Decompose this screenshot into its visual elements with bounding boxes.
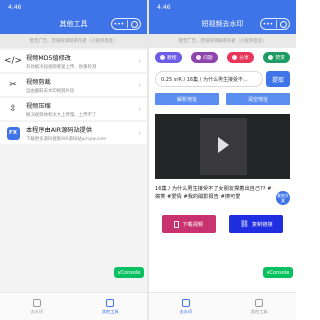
tab-bar: 去水印 其他工具 [0, 292, 147, 320]
description-text: 16集 / 为什么男生接受不了女朋友撑着出自己?? #搞笑 #爱情 #我的磁影报… [155, 186, 272, 200]
tools-icon [255, 298, 264, 307]
action-pills: 教程 问题 分享 赞赏 [149, 48, 296, 67]
watermark-screen: 4:46 短视频去水印 ••• 暂无广告，若侵权请联系作者（小程序直连） 教程 问… [149, 0, 296, 320]
play-icon[interactable] [218, 137, 229, 153]
link-icon: ⛓ [239, 220, 249, 228]
tab-label: 其他工具 [250, 308, 268, 314]
button-label: 复制链接 [251, 221, 273, 228]
pill-icon [232, 55, 238, 60]
tool-description: 有效解决短视频重复上传、防重检测 [26, 64, 97, 70]
fx-badge: FX [6, 126, 20, 140]
close-icon[interactable] [280, 20, 288, 28]
tab-other-tools[interactable]: 其他工具 [74, 293, 148, 320]
clear-address-button[interactable]: 清空地址 [226, 93, 290, 105]
tab-label: 去水印 [179, 308, 193, 314]
video-description: 16集 / 为什么男生接受不了女朋友撑着出自己?? #搞笑 #爱情 #我的磁影报… [155, 185, 290, 205]
tool-description: 解决视频体积太大上传慢、上传不了 [26, 112, 97, 118]
tool-item[interactable]: FX 本程序由AIR源码站提供下载更多源码搜索AIR源码站airsyw.com › [0, 122, 147, 144]
address-buttons: 解析地址 清空地址 [149, 93, 296, 105]
tab-watermark[interactable]: 去水印 [149, 293, 223, 320]
tab-label: 去水印 [30, 308, 44, 314]
chevron-right-icon: › [138, 81, 141, 89]
vconsole-button[interactable]: vConsole [263, 267, 293, 278]
tool-item[interactable]: </> 视频MD5值修改有效解决短视频重复上传、防重检测 › [0, 50, 147, 72]
chevron-right-icon: › [138, 57, 141, 65]
pill-label: 问题 [203, 56, 213, 61]
nav-bar: 其他工具 ••• [0, 14, 147, 34]
scissors-icon: ✂ [9, 80, 17, 90]
tool-item[interactable]: ✂ 视频剪裁自由截取去水印视频片段 › [0, 74, 147, 96]
page-title: 其他工具 [59, 20, 88, 28]
pill-label: 赞赏 [275, 56, 285, 61]
status-bar: 4:46 [0, 0, 147, 14]
miniprogram-capsule[interactable]: ••• [111, 18, 141, 30]
close-icon[interactable] [131, 20, 139, 28]
chevron-right-icon: › [138, 105, 141, 113]
tab-label: 其他工具 [101, 308, 119, 314]
url-row: 0.25 srR / 16集 / 为什么男生接受不... 提取 [149, 67, 296, 91]
pill-button[interactable]: 赞赏 [263, 52, 290, 63]
tab-watermark[interactable]: 去水印 [0, 293, 74, 320]
tool-title: 视频MD5值修改 [26, 54, 71, 62]
fx-logo-icon: FX [6, 126, 20, 140]
parse-address-button[interactable]: 解析地址 [155, 93, 219, 105]
code-icon: </> [3, 56, 23, 66]
extract-button[interactable]: 提取 [266, 71, 290, 87]
download-actions: 下载视频 ⛓ 复制链接 [149, 215, 296, 233]
status-time: 4:46 [157, 3, 171, 11]
pill-label: 教程 [167, 56, 177, 61]
tool-title: 视频剪裁 [26, 78, 51, 86]
notice-bar: 暂无广告，若侵权请联系作者（小程序直连） [149, 34, 296, 48]
url-input[interactable]: 0.25 srR / 16集 / 为什么男生接受不... [155, 71, 263, 87]
video-player[interactable] [155, 114, 290, 179]
tools-icon [106, 298, 115, 307]
tool-list: </> 视频MD5值修改有效解决短视频重复上传、防重检测 › ✂ 视频剪裁自由截取去水印… [0, 50, 147, 144]
pill-icon [268, 55, 274, 60]
copy-link-button[interactable]: ⛓ 复制链接 [229, 215, 284, 233]
chevron-right-icon: › [138, 129, 141, 137]
tool-description: 自由截取去水印视频片段 [26, 88, 75, 94]
pill-button[interactable]: 问题 [191, 52, 218, 63]
copy-text-button[interactable]: 复制文案 [276, 191, 290, 205]
status-bar: 4:46 [149, 0, 296, 14]
tool-title: 视频压缩 [26, 102, 51, 110]
other-tools-screen: 4:46 其他工具 ••• 暂无广告，若侵权请联系作者（小程序直连） </> 视频… [0, 0, 147, 320]
tool-title: 本程序由AIR源码站提供 [26, 126, 93, 134]
pill-button[interactable]: 教程 [155, 52, 182, 63]
notice-bar: 暂无广告，若侵权请联系作者（小程序直连） [0, 34, 147, 48]
miniprogram-capsule[interactable]: ••• [260, 18, 290, 30]
phone-icon [174, 220, 180, 228]
home-icon [181, 298, 190, 307]
download-video-button[interactable]: 下载视频 [161, 215, 216, 233]
compress-icon: ⇳ [9, 104, 17, 114]
pill-icon [160, 55, 165, 60]
vconsole-button[interactable]: vConsole [114, 267, 144, 278]
more-icon[interactable]: ••• [114, 21, 125, 28]
nav-bar: 短视频去水印 ••• [149, 14, 296, 34]
tool-item[interactable]: ⇳ 视频压缩解决视频体积太大上传慢、上传不了 › [0, 98, 147, 120]
page-title: 短视频去水印 [201, 20, 244, 28]
pill-icon [196, 55, 202, 60]
tab-other-tools[interactable]: 其他工具 [223, 293, 297, 320]
status-time: 4:46 [8, 3, 22, 11]
tool-description: 下载更多源码搜索AIR源码站airsyw.com [26, 136, 107, 142]
pill-button[interactable]: 分享 [227, 52, 254, 63]
home-icon [32, 298, 41, 307]
pill-label: 分享 [239, 56, 249, 61]
button-label: 下载视频 [182, 221, 204, 228]
more-icon[interactable]: ••• [263, 21, 274, 28]
tab-bar: 去水印 其他工具 [149, 292, 296, 320]
